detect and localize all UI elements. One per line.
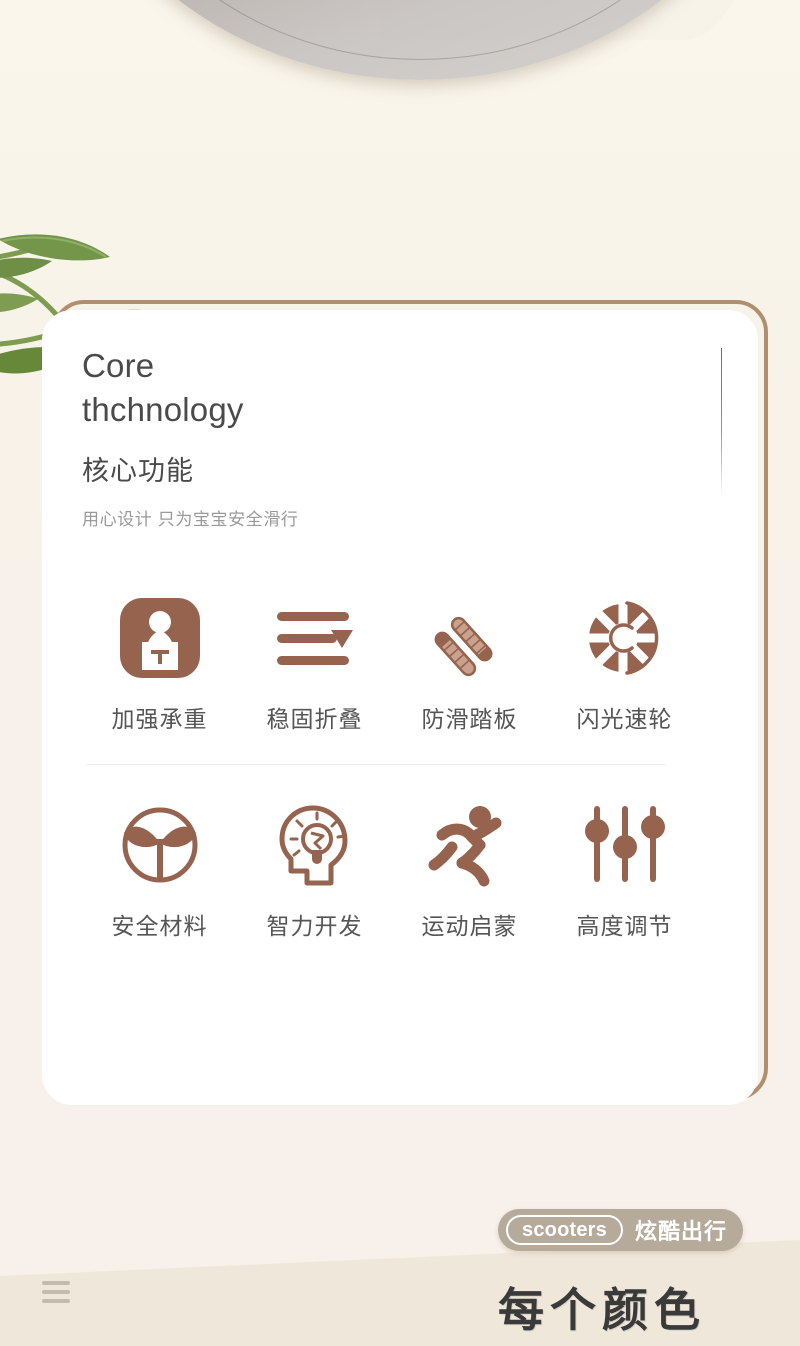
feature-label: 高度调节 [576, 913, 673, 939]
feature-label: 稳固折叠 [266, 706, 363, 732]
anti-slip-deck-icon [420, 588, 520, 688]
card-title-chinese: 核心功能 [82, 456, 194, 486]
running-person-icon [420, 795, 520, 895]
core-technology-card: Core thchnology 核心功能 用心设计 只为宝宝安全滑行 加强承重 … [42, 310, 758, 1105]
feature-item-height-adjust[interactable]: 高度调节 [547, 795, 702, 941]
safe-material-sprout-icon [110, 795, 210, 895]
feature-item-weight-capacity[interactable]: 加强承重 [82, 588, 237, 734]
feature-label: 加强承重 [111, 706, 208, 732]
feature-row-2: 安全材料 智力开发 运动启蒙 高度调节 [82, 795, 718, 941]
brand-badge-inner: scooters [506, 1215, 623, 1245]
feature-item-fold-stable[interactable]: 稳固折叠 [237, 588, 392, 734]
fold-stable-icon [265, 588, 365, 688]
bottom-headline: 每个颜色 [498, 1284, 706, 1336]
brand-name-chinese: 炫酷出行 [634, 1219, 727, 1244]
card-subtitle: 用心设计 只为宝宝安全滑行 [82, 510, 299, 529]
brand-badge: scooters 炫酷出行 [498, 1209, 743, 1251]
hamburger-line [42, 1299, 70, 1303]
feature-label: 闪光速轮 [576, 706, 673, 732]
feature-item-sport-enlightenment[interactable]: 运动启蒙 [392, 795, 547, 941]
feature-item-anti-slip-deck[interactable]: 防滑踏板 [392, 588, 547, 734]
feature-label: 智力开发 [266, 913, 363, 939]
flash-wheel-icon [575, 588, 675, 688]
feature-item-flash-wheel[interactable]: 闪光速轮 [547, 588, 702, 734]
feature-item-safe-material[interactable]: 安全材料 [82, 795, 237, 941]
feature-row-1: 加强承重 稳固折叠 防滑踏板 闪光速轮 [82, 588, 718, 734]
intelligence-lightbulb-head-icon [265, 795, 365, 895]
height-adjust-slider-icon [575, 795, 675, 895]
feature-item-intelligence[interactable]: 智力开发 [237, 795, 392, 941]
hamburger-line [42, 1281, 70, 1285]
hamburger-mark[interactable] [42, 1281, 70, 1308]
card-title-english: Core thchnology [82, 347, 244, 428]
feature-divider [86, 764, 666, 765]
feature-label: 防滑踏板 [421, 706, 518, 732]
hamburger-line [42, 1290, 70, 1294]
feature-label: 运动启蒙 [421, 913, 518, 939]
feature-label: 安全材料 [111, 913, 208, 939]
weight-capacity-icon [110, 588, 210, 688]
feature-grid: 加强承重 稳固折叠 防滑踏板 闪光速轮 安全材料 智力开发 运动启蒙 高度调节 [82, 588, 718, 941]
brand-name-english: scooters [522, 1218, 607, 1241]
